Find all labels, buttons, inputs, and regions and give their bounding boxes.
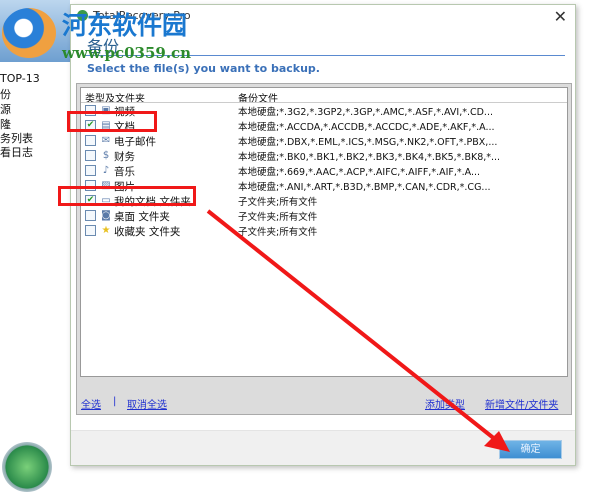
annotation-arrow — [206, 209, 510, 452]
